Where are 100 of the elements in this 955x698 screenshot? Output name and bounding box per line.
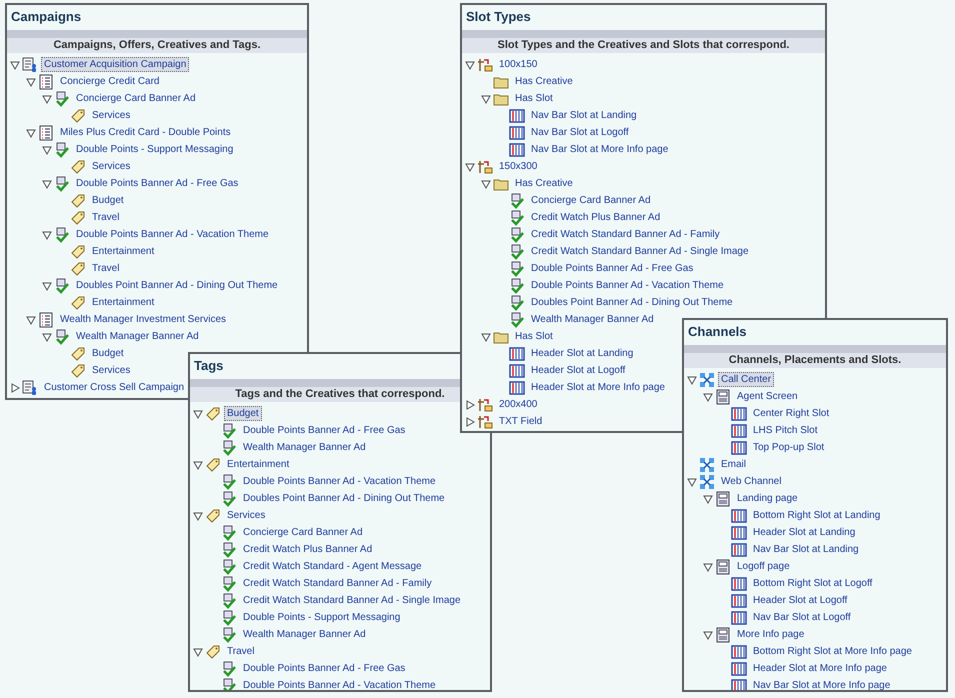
tree-item[interactable]: LHS Pitch Slot [750,423,820,438]
tree-item[interactable]: Concierge Credit Card [57,74,162,89]
tree-item[interactable]: Concierge Card Banner Ad [528,193,654,208]
collapsed-triangle-icon[interactable] [465,400,475,410]
tree-item[interactable]: Nav Bar Slot at More Info page [528,142,672,157]
expanded-triangle-icon[interactable] [481,178,491,188]
tree-item[interactable]: Customer Acquisition Campaign [41,57,190,72]
expanded-triangle-icon[interactable] [42,144,52,154]
expanded-triangle-icon[interactable] [10,60,20,70]
tree-item[interactable]: 200x400 [496,397,540,412]
tree-item[interactable]: Doubles Point Banner Ad - Dining Out Theme [73,278,281,293]
tree-item[interactable]: Nav Bar Slot at Landing [528,108,640,123]
tree-item[interactable]: Double Points - Support Messaging [240,610,404,625]
expanded-triangle-icon[interactable] [26,128,36,138]
tree-item[interactable]: Header Slot at Logoff [528,363,628,378]
tree-item[interactable]: Nav Bar Slot at Logoff [750,610,854,625]
expanded-triangle-icon[interactable] [481,94,491,104]
tree-item[interactable]: Bottom Right Slot at Landing [750,508,884,523]
tree-item[interactable]: Double Points Banner Ad - Vacation Theme [73,227,272,242]
tree-item[interactable]: Call Center [718,372,774,387]
tree-item[interactable]: Wealth Manager Banner Ad [240,440,369,455]
tree-item[interactable]: Bottom Right Slot at More Info page [750,644,915,659]
tree-item[interactable]: Nav Bar Slot at Logoff [528,125,632,140]
tree-item[interactable]: Double Points - Support Messaging [73,142,236,157]
tree-item[interactable]: Double Points Banner Ad - Free Gas [528,261,696,276]
tree-item[interactable]: Wealth Manager Banner Ad [240,627,369,642]
tree-item[interactable]: Budget [89,346,127,361]
collapsed-triangle-icon[interactable] [10,382,20,392]
tree-item[interactable]: Center Right Slot [750,406,832,421]
expanded-triangle-icon[interactable] [465,60,475,70]
tree-item[interactable]: Customer Cross Sell Campaign [41,380,188,395]
tree-item[interactable]: Double Points Banner Ad - Free Gas [73,176,242,191]
tree-item[interactable]: Header Slot at Landing [750,525,858,540]
expanded-triangle-icon[interactable] [703,494,713,504]
expanded-triangle-icon[interactable] [42,230,52,240]
tree-item[interactable]: Double Points Banner Ad - Vacation Theme [528,278,727,293]
tree-item[interactable]: Nav Bar Slot at More Info page [750,678,894,690]
tree-item[interactable]: Services [89,108,134,123]
tree-item[interactable]: Wealth Manager Banner Ad [73,329,202,344]
expanded-triangle-icon[interactable] [703,562,713,572]
tree-item[interactable]: 100x150 [496,57,540,72]
tree-item[interactable]: TXT Field [496,414,546,429]
expanded-triangle-icon[interactable] [193,408,203,418]
tree-item[interactable]: Double Points Banner Ad - Vacation Theme [240,678,439,690]
expanded-triangle-icon[interactable] [193,460,203,470]
expanded-triangle-icon[interactable] [193,646,203,656]
tree-item[interactable]: Travel [89,210,122,225]
tree-item[interactable]: Has Slot [512,329,556,344]
expanded-triangle-icon[interactable] [193,510,203,520]
expanded-triangle-icon[interactable] [481,332,491,342]
tree-item[interactable]: Header Slot at Landing [528,346,636,361]
tree-item[interactable]: Concierge Card Banner Ad [73,91,199,106]
tree-item[interactable]: Credit Watch Plus Banner Ad [240,542,376,557]
tree-item[interactable]: Concierge Card Banner Ad [240,525,366,540]
tree-item[interactable]: Travel [224,644,258,659]
tree-item[interactable]: Entertainment [89,244,158,259]
collapsed-triangle-icon[interactable] [465,416,475,426]
tree-item[interactable]: Credit Watch Standard Banner Ad - Family [528,227,723,242]
tree-item[interactable]: Travel [89,261,122,276]
tree-item[interactable]: Landing page [734,491,801,506]
tree-item[interactable]: Budget [224,406,262,421]
tree-item[interactable]: Double Points Banner Ad - Free Gas [240,661,408,676]
expanded-triangle-icon[interactable] [42,332,52,342]
tree-item[interactable]: Top Pop-up Slot [750,440,828,455]
tree-item[interactable]: Agent Screen [734,389,801,404]
tree-item[interactable]: Services [89,159,134,174]
tree-item[interactable]: More Info page [734,627,808,642]
expanded-triangle-icon[interactable] [687,374,697,384]
tree-item[interactable]: Wealth Manager Banner Ad [528,312,657,327]
tree-item[interactable]: Nav Bar Slot at Landing [750,542,862,557]
tree-item[interactable]: Credit Watch Standard Banner Ad - Family [240,576,435,591]
tree-item[interactable]: Has Slot [512,91,556,106]
expanded-triangle-icon[interactable] [703,392,713,402]
tree-item[interactable]: Double Points Banner Ad - Vacation Theme [240,474,439,489]
tree-item[interactable]: Email [718,457,750,472]
tree-item[interactable]: Entertainment [224,457,292,472]
tree-item[interactable]: Bottom Right Slot at Logoff [750,576,876,591]
tree-item[interactable]: Header Slot at More Info page [528,380,668,395]
tree-item[interactable]: Double Points Banner Ad - Free Gas [240,423,408,438]
tree-item[interactable]: Logoff page [734,559,793,574]
tree-item[interactable]: Doubles Point Banner Ad - Dining Out Theme [528,295,736,310]
tree-item[interactable]: Credit Watch Plus Banner Ad [528,210,664,225]
tree-item[interactable]: Wealth Manager Investment Services [57,312,230,327]
tree-item[interactable]: Credit Watch Standard Banner Ad - Single Image [240,593,464,608]
tree-item[interactable]: Services [89,363,134,378]
tree-item[interactable]: Web Channel [718,474,784,489]
tree-item[interactable]: Doubles Point Banner Ad - Dining Out Theme [240,491,448,506]
tree-item[interactable]: Entertainment [89,295,158,310]
tree-item[interactable]: 150x300 [496,159,540,174]
expanded-triangle-icon[interactable] [42,280,52,290]
expanded-triangle-icon[interactable] [703,630,713,640]
expanded-triangle-icon[interactable] [687,476,697,486]
tree-item[interactable]: Services [224,508,268,523]
expanded-triangle-icon[interactable] [26,76,36,86]
tree-item[interactable]: Budget [89,193,127,208]
tree-item[interactable]: Has Creative [512,74,576,89]
expanded-triangle-icon[interactable] [26,314,36,324]
tree-item[interactable]: Has Creative [512,176,576,191]
expanded-triangle-icon[interactable] [42,178,52,188]
expanded-triangle-icon[interactable] [42,94,52,104]
